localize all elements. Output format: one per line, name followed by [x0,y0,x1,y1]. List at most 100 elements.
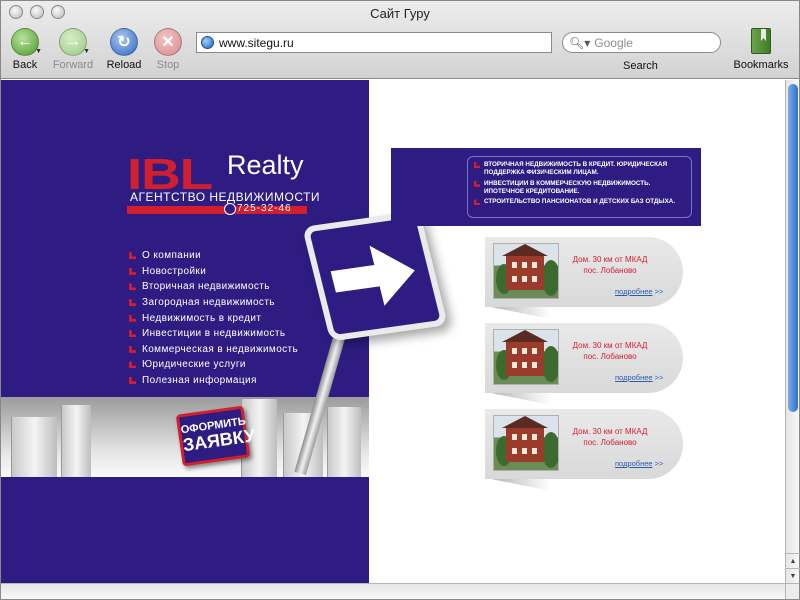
address-url[interactable]: www.sitegu.ru [219,36,294,50]
more-link[interactable]: подробнее >> [615,373,663,382]
card-shadow [491,479,551,491]
vertical-scroll-thumb[interactable] [788,84,798,412]
menu-bullet-icon [129,361,136,369]
service-item[interactable]: Вторичная недвижимость в кредит. Юридиче… [474,161,685,177]
service-bullet-icon [474,180,480,187]
logo-phone: 725-32-46 [237,203,292,214]
stop-button[interactable]: ✕ Stop [145,28,191,71]
property-photo[interactable] [493,415,559,471]
reload-button[interactable]: ↻ Reload [101,28,147,71]
menu-bullet-icon [129,283,136,291]
property-card[interactable]: Дом. 30 км от МКАД пос. Лобаново подробнее… [485,409,683,491]
more-link-arrow: >> [654,373,664,382]
service-item[interactable]: Инвестиции в коммерческую недвижимость. … [474,180,685,196]
property-title: Дом. 30 км от МКАД [572,427,648,436]
site-menu: О компании Новостройки Вторичная недвижимо… [129,248,298,388]
menu-item[interactable]: Юридические услуги [129,357,298,373]
services-list: Вторичная недвижимость в кредит. Юридиче… [467,156,692,218]
property-location: пос. Лобаново [583,351,637,361]
menu-item-label: Недвижимость в кредит [142,312,262,324]
menu-item-label: Вторичная недвижимость [142,281,270,293]
menu-bullet-icon [129,314,136,322]
forward-button[interactable]: → ▼ Forward [50,28,96,71]
scroll-arrows[interactable]: ▲ ▼ [786,553,800,583]
property-description: Дом. 30 км от МКАД пос. Лобаново [567,341,653,363]
stop-label: Stop [156,59,180,71]
menu-bullet-icon [129,345,136,353]
more-link-label: подробнее [615,459,653,468]
forward-label: Forward [52,59,94,71]
browser-window: Сайт Гуру ← ▼ Back → ▼ Forward ↻ Reload … [0,0,800,600]
service-bullet-icon [474,162,480,168]
back-history-dropdown-icon: ▼ [35,48,42,55]
property-card[interactable]: Дом. 30 км от МКАД пос. Лобаново подробнее… [485,237,683,319]
menu-item[interactable]: О компании [129,248,298,264]
menu-item[interactable]: Инвестиции в недвижимость [129,326,298,342]
menu-item-label: Коммерческая в недвижимость [142,343,299,355]
more-link-label: подробнее [615,373,653,382]
more-link-arrow: >> [654,287,664,296]
order-request-button[interactable]: ОФОРМИТЬ ЗАЯВКУ [175,405,257,467]
menu-item[interactable]: Новостройки [129,264,298,280]
forward-history-dropdown-icon: ▼ [83,48,90,55]
menu-bullet-icon [129,252,136,260]
menu-item-label: Полезная информация [142,375,257,387]
menu-item[interactable]: Загородная недвижимость [129,295,298,311]
property-title: Дом. 30 км от МКАД [572,341,648,350]
service-bullet-icon [474,199,480,206]
property-description: Дом. 30 км от МКАД пос. Лобаново [567,255,653,277]
resize-grip-icon[interactable] [785,583,799,599]
right-arrow-icon [330,245,415,306]
page-viewport: IBL Realty АГЕНТСТВО НЕДВИЖИМОСТИ 725-32… [1,80,785,583]
bookmarks-label: Bookmarks [733,59,789,71]
property-photo[interactable] [493,329,559,385]
menu-bullet-icon [129,377,136,385]
back-label: Back [12,59,38,71]
service-item-label: Инвестиции в коммерческую недвижимость. … [484,179,651,195]
menu-bullet-icon [129,330,136,338]
search-field[interactable]: 🔍︎▾ Google [562,32,721,53]
menu-item[interactable]: Недвижимость в кредит [129,310,298,326]
window-title: Сайт Гуру [370,6,430,21]
reload-icon: ↻ [110,28,138,56]
search-placeholder: Google [594,35,633,50]
globe-icon [201,36,214,49]
property-description: Дом. 30 км от МКАД пос. Лобаново [567,427,653,449]
menu-bullet-icon [129,267,136,275]
bookmarks-book-icon [751,28,771,54]
bookmarks-button[interactable]: Bookmarks [730,28,792,71]
property-photo[interactable] [493,243,559,299]
property-location: пос. Лобаново [583,265,637,275]
services-banner[interactable]: Вторичная недвижимость в кредит. Юридиче… [391,148,701,226]
menu-bullet-icon [129,299,136,307]
logo-subtitle: АГЕНТСТВО НЕДВИЖИМОСТИ [130,190,321,204]
back-button[interactable]: ← ▼ Back [2,28,48,71]
property-title: Дом. 30 км от МКАД [572,255,648,264]
menu-item-label: О компании [142,250,202,262]
browser-toolbar: Сайт Гуру ← ▼ Back → ▼ Forward ↻ Reload … [1,1,799,79]
more-link[interactable]: подробнее >> [615,459,663,468]
card-shadow [491,307,551,319]
scroll-up-arrow-icon[interactable]: ▲ [786,553,800,568]
more-link[interactable]: подробнее >> [615,287,663,296]
more-link-arrow: >> [654,459,664,468]
property-card[interactable]: Дом. 30 км от МКАД пос. Лобаново подробнее… [485,323,683,405]
address-bar[interactable]: www.sitegu.ru [196,32,552,53]
phone-icon [224,203,236,215]
more-link-label: подробнее [615,287,653,296]
property-location: пос. Лобаново [583,437,637,447]
menu-item[interactable]: Коммерческая в недвижимость [129,342,298,358]
menu-item[interactable]: Полезная информация [129,373,298,389]
service-item-label: Вторичная недвижимость в кредит. Юридиче… [484,161,668,176]
magnifier-icon[interactable]: 🔍︎▾ [569,36,590,50]
stop-x-icon: ✕ [154,28,182,56]
menu-item-label: Новостройки [142,265,207,277]
service-item[interactable]: Строительство пансионатов и детских баз … [474,198,685,206]
scroll-down-arrow-icon[interactable]: ▼ [786,568,800,583]
menu-item-label: Загородная недвижимость [142,297,275,309]
vertical-scrollbar[interactable]: ▲ ▼ [785,80,800,583]
horizontal-scrollbar[interactable] [1,583,785,599]
logo-word: Realty [227,150,304,180]
search-label: Search [623,60,658,72]
menu-item[interactable]: Вторичная недвижимость [129,279,298,295]
